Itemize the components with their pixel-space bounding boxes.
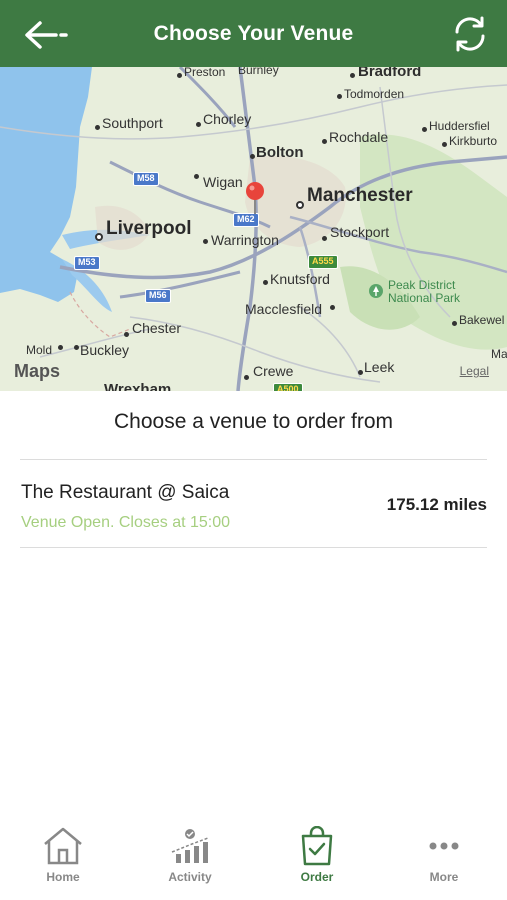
map-label-buckley: Buckley (80, 342, 130, 358)
map-dot (58, 345, 63, 350)
map-dot (196, 122, 201, 127)
map-background (0, 67, 507, 391)
map-label-mold: Mold (26, 343, 53, 357)
venue-pin-icon[interactable] (244, 181, 266, 215)
app-header: Choose Your Venue (0, 0, 507, 67)
road-shield-m58: M58 (133, 172, 159, 186)
map-label-bakewell: Bakewel (459, 313, 505, 327)
road-shield-a500: A500 (273, 383, 303, 391)
map-label-burnley: Burnley (238, 67, 279, 77)
map-dot (452, 321, 457, 326)
map-dot (358, 370, 363, 375)
map-label-bradford: Bradford (358, 67, 422, 80)
map-dot (74, 345, 79, 350)
tab-label: Order (300, 870, 334, 884)
back-button[interactable] (22, 20, 72, 50)
arrow-left-icon (25, 21, 68, 49)
map-label-southport: Southport (102, 115, 163, 131)
map-dot (322, 139, 327, 144)
map-dot (330, 305, 335, 310)
map-label-wrexham: Wrexham (104, 381, 172, 391)
venue-list-item[interactable]: The Restaurant @ Saica Venue Open. Close… (0, 461, 507, 547)
apple-maps-logo: Maps (14, 361, 61, 381)
map-dot (177, 73, 182, 78)
map-label-chester: Chester (132, 320, 182, 336)
map-dot (95, 125, 100, 130)
map-dot (296, 201, 304, 209)
map-dot (350, 73, 355, 78)
park-icon (369, 284, 383, 298)
map-label-warrington: Warrington (211, 232, 279, 248)
map-dot (442, 142, 447, 147)
map-label-todmorden: Todmorden (344, 87, 405, 101)
refresh-button[interactable] (451, 15, 489, 53)
map-label-leek: Leek (364, 359, 395, 375)
divider (20, 459, 487, 460)
map-dot (250, 154, 255, 159)
more-icon (429, 842, 459, 850)
map-dot (244, 375, 249, 380)
map-dot (422, 127, 427, 132)
map-label-stockport: Stockport (330, 224, 390, 240)
refresh-icon (455, 16, 485, 52)
activity-icon (171, 829, 209, 863)
tab-bar: Home Activity Order More (0, 818, 507, 900)
map-label-kirkburton: Kirkburto (449, 134, 498, 148)
tab-label: Activity (168, 870, 212, 884)
map-label-chorley: Chorley (203, 111, 252, 127)
map-label-liverpool: Liverpool (106, 218, 192, 239)
road-shield-m62: M62 (233, 213, 259, 227)
tab-more[interactable]: More (399, 826, 489, 894)
page-title: Choose Your Venue (153, 21, 354, 45)
venue-name: The Restaurant @ Saica (21, 482, 230, 503)
home-icon (44, 827, 82, 865)
shopping-bag-icon (301, 826, 333, 866)
map-dot (124, 332, 129, 337)
map-dot (337, 94, 342, 99)
map-label-bolton: Bolton (256, 144, 304, 161)
map-dot (95, 233, 103, 241)
road-shield-a555: A555 (308, 255, 338, 269)
tab-label: More (429, 870, 459, 884)
venue-map[interactable]: Preston Burnley Bradford Todmorden South… (0, 67, 507, 391)
divider (20, 547, 487, 548)
map-label-rochdale: Rochdale (329, 129, 389, 145)
tab-activity[interactable]: Activity (145, 826, 235, 894)
map-label-preston: Preston (184, 67, 226, 79)
map-label-crewe: Crewe (253, 363, 294, 379)
map-label-huddersfield: Huddersfiel (429, 119, 490, 133)
road-shield-m56: M56 (145, 289, 171, 303)
map-dot (203, 239, 208, 244)
tab-home[interactable]: Home (18, 826, 108, 894)
map-label-wigan: Wigan (203, 174, 243, 190)
map-legal-link[interactable]: Legal (460, 364, 489, 378)
map-label-knutsford: Knutsford (270, 271, 330, 287)
choose-venue-prompt: Choose a venue to order from (114, 410, 393, 433)
map-dot (322, 236, 327, 241)
road-shield-m53: M53 (74, 256, 100, 270)
venue-status: Venue Open. Closes at 15:00 (21, 514, 231, 531)
map-label-ma: Ma (491, 347, 507, 361)
map-dot (263, 280, 268, 285)
map-label-peak-district: Peak District National Park (388, 278, 461, 306)
tab-order[interactable]: Order (272, 826, 362, 894)
map-dot (194, 174, 199, 179)
map-label-macclesfield: Macclesfield (245, 301, 323, 317)
venue-distance: 175.12 miles (386, 495, 487, 514)
tab-label: Home (46, 870, 80, 884)
map-label-manchester: Manchester (307, 185, 413, 206)
